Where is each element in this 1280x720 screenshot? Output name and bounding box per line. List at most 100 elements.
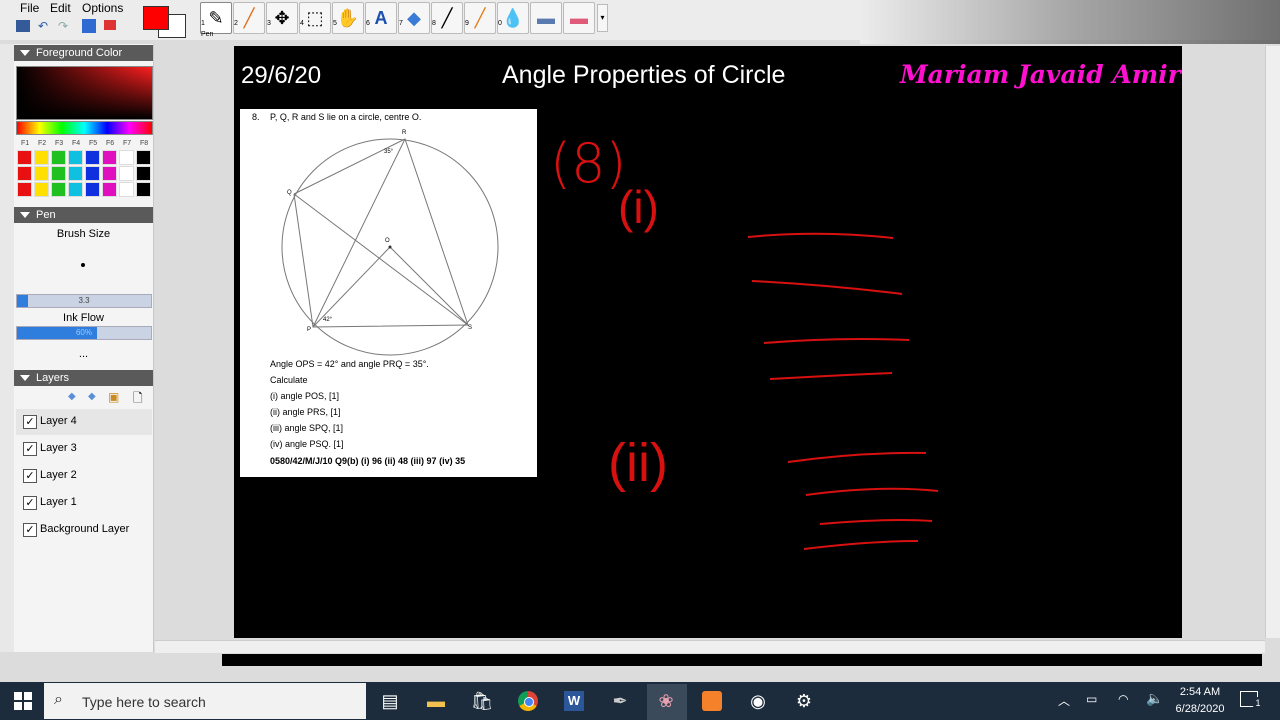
color-swatch[interactable] [136, 150, 151, 165]
store-icon[interactable]: 🛍 [470, 690, 494, 712]
color-swatch[interactable] [34, 166, 49, 181]
chrome-icon[interactable] [516, 690, 540, 712]
calculate-label: Calculate [270, 375, 308, 385]
pen-tool[interactable]: ✎ [200, 2, 232, 34]
save-icon[interactable] [16, 20, 30, 32]
layer-visibility-checkbox[interactable]: ✓ [23, 496, 37, 510]
color-picker-gradient[interactable] [16, 66, 153, 120]
color-swatch[interactable] [119, 166, 134, 181]
vertical-scrollbar[interactable] [1265, 46, 1280, 638]
drawing-app-icon[interactable]: ✒ [608, 690, 632, 712]
wifi-icon[interactable]: ◠ [1118, 692, 1128, 706]
select-tool[interactable]: ⬚ [299, 2, 331, 34]
layer-icon[interactable] [82, 19, 96, 33]
color-swatch[interactable] [119, 182, 134, 197]
delete-layer-icon[interactable]: 🗋 [133, 389, 143, 410]
color-swatch[interactable] [136, 182, 151, 197]
color-swatch[interactable] [68, 150, 83, 165]
answer-line [751, 280, 903, 295]
settings-gear-icon[interactable]: ⚙ [792, 690, 816, 712]
show-hidden-icons-icon[interactable]: ︿ [1058, 692, 1070, 709]
color-swatch[interactable] [102, 166, 117, 181]
color-swatch[interactable] [51, 166, 66, 181]
new-layer-icon[interactable]: ▣ [108, 390, 119, 404]
clock-time[interactable]: 2:54 AM [1172, 686, 1228, 698]
eraser-icon: ▬ [570, 7, 588, 28]
layer-down-icon[interactable]: ◆ [88, 391, 96, 402]
record-icon[interactable] [104, 20, 116, 30]
color-swatch[interactable] [51, 150, 66, 165]
color-swatch[interactable] [17, 150, 32, 165]
text-icon: A [374, 7, 388, 28]
file-explorer-icon[interactable]: ▬ [424, 690, 448, 712]
marker-tool[interactable]: ╱ [431, 2, 463, 34]
ink-flow-slider[interactable]: 60% [16, 326, 152, 340]
handwritten-part-i: (i) [618, 181, 659, 233]
redo-icon[interactable]: ↷ [58, 19, 68, 33]
color-swatch[interactable] [17, 166, 32, 181]
paint-app-icon[interactable]: ❀ [654, 690, 678, 712]
pen-header[interactable]: Pen [14, 207, 153, 223]
brush-tool[interactable]: ╱ [233, 2, 265, 34]
menu-file[interactable]: File [20, 1, 39, 15]
layer-visibility-checkbox[interactable]: ✓ [23, 523, 37, 537]
layer-up-icon[interactable]: ◆ [68, 391, 76, 402]
word-icon[interactable]: W [562, 690, 586, 712]
layers-header[interactable]: Layers [14, 370, 153, 386]
foreground-color-header[interactable]: Foreground Color [14, 45, 153, 61]
hue-slider[interactable] [16, 121, 153, 135]
color-swatch[interactable] [68, 182, 83, 197]
circle-diagram [281, 138, 499, 356]
blur-tool[interactable]: 💧 [497, 2, 529, 34]
clock-date[interactable]: 6/28/2020 [1166, 703, 1234, 715]
obs-icon[interactable]: ◉ [746, 690, 770, 712]
brush-size-slider[interactable]: 3.3 [16, 294, 152, 308]
taskbar-search-box[interactable]: ⌕ Type here to search [44, 683, 366, 719]
battery-icon[interactable]: ▭ [1086, 692, 1097, 706]
undo-icon[interactable]: ↶ [38, 19, 48, 33]
eraser-tool[interactable]: ▬ [563, 2, 595, 34]
text-tool[interactable]: A [365, 2, 397, 34]
pencil-tool[interactable]: ╱ [464, 2, 496, 34]
layer-row[interactable]: ✓ Layer 4 [16, 409, 152, 435]
color-swatch[interactable] [34, 150, 49, 165]
angle-label-p: 42° [323, 317, 333, 323]
color-swatch[interactable] [85, 150, 100, 165]
color-swatch[interactable] [17, 182, 32, 197]
color-swatch[interactable] [136, 166, 151, 181]
color-swatch[interactable] [51, 182, 66, 197]
menu-options[interactable]: Options [82, 1, 123, 15]
layer-name: Background Layer [40, 523, 130, 535]
layer-visibility-checkbox[interactable]: ✓ [23, 469, 37, 483]
pan-tool[interactable]: ✋ [332, 2, 364, 34]
smudge-tool[interactable]: ▬ [530, 2, 562, 34]
color-swatch[interactable] [85, 182, 100, 197]
windows-logo-tile [14, 702, 22, 710]
layer-visibility-checkbox[interactable]: ✓ [23, 415, 37, 429]
layer-visibility-checkbox[interactable]: ✓ [23, 442, 37, 456]
layer-row[interactable]: ✓ Background Layer [16, 517, 152, 543]
color-swatch[interactable] [119, 150, 134, 165]
answer-line [763, 338, 910, 344]
horizontal-scrollbar[interactable] [155, 640, 1265, 653]
color-swatch[interactable] [102, 150, 117, 165]
layer-row[interactable]: ✓ Layer 2 [16, 463, 152, 489]
toolbar-overflow-button[interactable]: ▾ [597, 4, 608, 32]
menu-edit[interactable]: Edit [50, 1, 71, 15]
color-swatch[interactable] [68, 166, 83, 181]
task-view-icon[interactable]: ▤ [378, 690, 402, 712]
color-swatch[interactable] [85, 166, 100, 181]
radius-op [312, 246, 391, 328]
foreground-color-chip[interactable] [143, 6, 169, 30]
volume-icon[interactable]: 🔈 [1146, 690, 1163, 707]
color-swatch[interactable] [102, 182, 117, 197]
layer-row[interactable]: ✓ Layer 1 [16, 490, 152, 516]
more-options[interactable]: ... [14, 348, 153, 360]
layer-row[interactable]: ✓ Layer 3 [16, 436, 152, 462]
move-tool[interactable]: ✥ [266, 2, 298, 34]
windows-start-button[interactable] [14, 692, 32, 710]
question-part: (i) angle POS, [1] [270, 391, 340, 401]
orange-app-icon[interactable] [700, 690, 724, 712]
fill-tool[interactable]: ◆ [398, 2, 430, 34]
color-swatch[interactable] [34, 182, 49, 197]
